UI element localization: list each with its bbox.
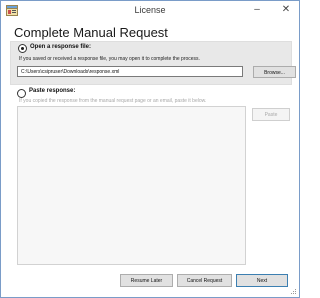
response-file-help: If you saved or received a response file… [19,56,200,62]
cancel-request-button[interactable]: Cancel Request [177,274,232,287]
title-bar[interactable]: License – ✕ [1,1,299,21]
page-title: Complete Manual Request [14,25,168,40]
response-textarea[interactable] [17,106,246,265]
radio-selected-dot [21,47,24,50]
license-window: License – ✕ Complete Manual Request Open… [0,0,300,298]
paste-response-radio[interactable] [17,89,26,98]
paste-response-section: Paste response: If you copied the respon… [11,85,290,266]
next-button[interactable]: Next [236,274,288,287]
resume-later-button[interactable]: Resume Later [120,274,173,287]
response-file-section: Open a response file: If you saved or re… [10,41,296,85]
paste-response-label[interactable]: Paste response: [29,88,75,94]
paste-button[interactable]: Paste [252,108,290,121]
resize-grip-icon[interactable] [291,289,297,295]
response-file-path-input[interactable]: C:\Users\csipruser\Downloads\response.xm… [17,66,243,77]
browse-button[interactable]: Browse... [253,66,296,78]
response-file-label[interactable]: Open a response file: [30,44,91,50]
minimize-icon[interactable]: – [249,3,265,17]
response-file-radio[interactable] [18,44,27,53]
close-icon[interactable]: ✕ [278,3,294,17]
paste-response-help: If you copied the response from the manu… [19,98,207,104]
